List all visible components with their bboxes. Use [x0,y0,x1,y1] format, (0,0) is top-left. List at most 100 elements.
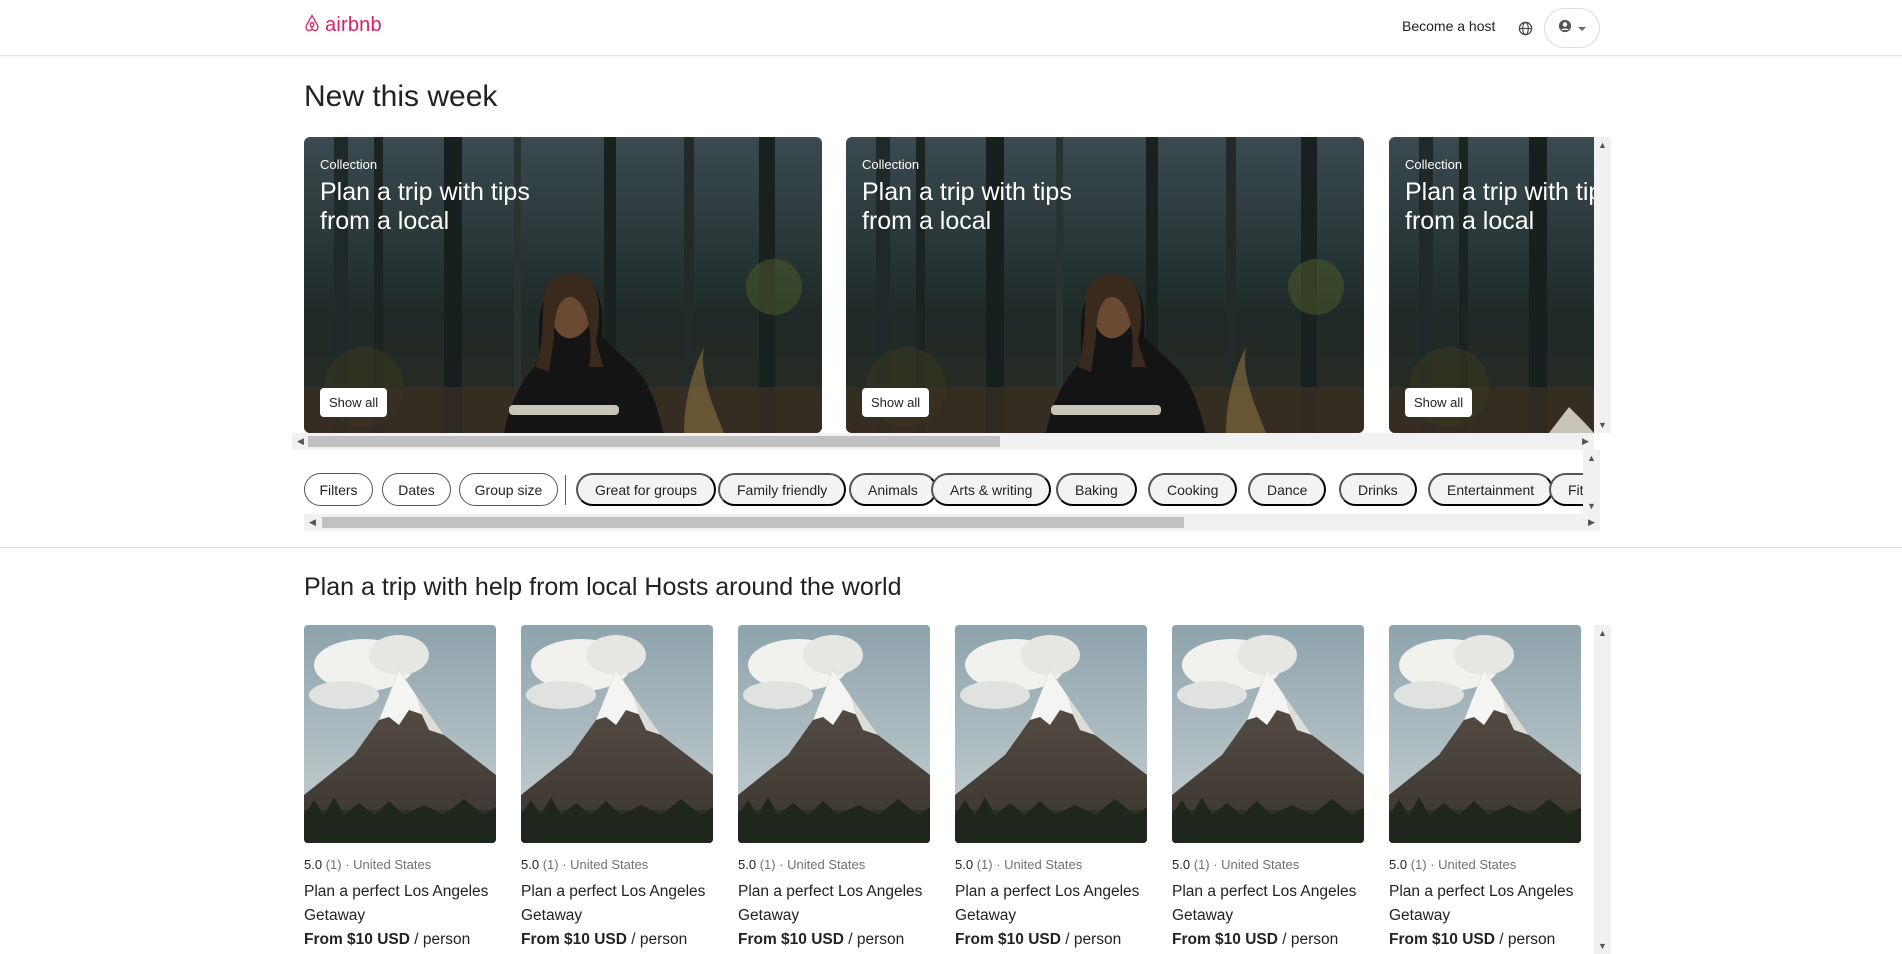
rating-value: 5.0 [304,857,323,872]
section-title-local-hosts: Plan a trip with help from local Hosts a… [304,573,902,601]
filters-button[interactable]: Filters [304,473,373,506]
scroll-up-icon[interactable]: ▲ [1583,453,1600,463]
scrollbar-thumb[interactable] [322,517,1184,528]
experience-photo [738,625,930,843]
scroll-down-icon[interactable]: ▼ [1594,420,1611,430]
collection-card[interactable]: Collection Plan a trip with tips from a … [846,137,1364,433]
group-size-button[interactable]: Group size [459,473,558,506]
user-menu-button[interactable] [1544,8,1600,48]
scroll-up-icon[interactable]: ▲ [1594,628,1611,638]
location-text: · United States [562,857,649,872]
price-value: From $10 USD [738,931,844,948]
experience-photo [521,625,713,843]
experience-photo [304,625,496,843]
collection-title: Plan a trip with tips from a local [1405,178,1594,235]
globe-icon[interactable] [1515,18,1535,38]
logo-text: airbnb [325,14,382,36]
experience-title[interactable]: Plan a perfect Los Angeles Getaway [521,880,713,928]
category-chip[interactable]: Drinks [1339,473,1417,506]
experience-title[interactable]: Plan a perfect Los Angeles Getaway [955,880,1147,928]
scroll-right-icon[interactable]: ▶ [1577,436,1594,446]
horizontal-scrollbar[interactable]: ◀ ▶ [304,514,1600,531]
location-text: · United States [996,857,1083,872]
scroll-up-icon[interactable]: ▲ [1594,140,1611,150]
rating-value: 5.0 [738,857,757,872]
top-header: airbnb Become a host [0,0,1902,56]
experience-meta: 5.0 (1) · United States [1389,857,1581,872]
experience-card[interactable]: 5.0 (1) · United States Plan a perfect L… [1389,625,1581,949]
price-value: From $10 USD [521,931,627,948]
price-unit: / person [848,931,905,948]
review-count: (1) [1193,857,1210,872]
category-chip[interactable]: Entertainment [1428,473,1554,506]
experience-title[interactable]: Plan a perfect Los Angeles Getaway [304,880,496,928]
scroll-down-icon[interactable]: ▼ [1594,941,1611,951]
collection-overlay: Collection Plan a trip with tips from a … [1405,157,1594,236]
location-text: · United States [1430,857,1517,872]
experience-meta: 5.0 (1) · United States [738,857,930,872]
show-all-button[interactable]: Show all [320,388,388,417]
category-chip[interactable]: Baking [1056,473,1137,506]
rating-value: 5.0 [955,857,974,872]
vertical-scrollbar[interactable]: ▲ ▼ [1594,137,1611,433]
vertical-scrollbar[interactable]: ▲ ▼ [1583,450,1600,514]
review-count: (1) [1410,857,1427,872]
scroll-left-icon[interactable]: ◀ [292,436,309,446]
experience-card[interactable]: 5.0 (1) · United States Plan a perfect L… [304,625,496,949]
vertical-scrollbar[interactable]: ▲ ▼ [1594,625,1611,954]
category-chip[interactable]: Arts & writing [931,473,1052,506]
airbnb-logo-icon [304,14,320,37]
category-chip[interactable]: Family friendly [718,473,847,506]
category-chip[interactable]: Dance [1248,473,1327,506]
experience-card[interactable]: 5.0 (1) · United States Plan a perfect L… [955,625,1147,949]
experience-meta: 5.0 (1) · United States [1172,857,1364,872]
collection-kicker: Collection [1405,157,1463,172]
rating-value: 5.0 [521,857,540,872]
experience-card[interactable]: 5.0 (1) · United States Plan a perfect L… [521,625,713,949]
location-text: · United States [345,857,432,872]
user-avatar-icon [1558,19,1572,38]
experience-price: From $10 USD / person [304,931,496,949]
price-unit: / person [1499,931,1556,948]
experience-photo [955,625,1147,843]
experience-photo [1389,625,1581,843]
collection-card[interactable]: Collection Plan a trip with tips from a … [304,137,822,433]
experience-meta: 5.0 (1) · United States [521,857,713,872]
scrollbar-thumb[interactable] [308,436,1000,447]
scroll-left-icon[interactable]: ◀ [304,517,321,527]
collection-kicker: Collection [320,157,378,172]
scroll-right-icon[interactable]: ▶ [1583,517,1600,527]
category-chip[interactable]: Animals [849,473,937,506]
review-count: (1) [542,857,559,872]
price-value: From $10 USD [304,931,410,948]
experience-title[interactable]: Plan a perfect Los Angeles Getaway [738,880,930,928]
show-all-button[interactable]: Show all [1405,388,1473,417]
experience-card[interactable]: 5.0 (1) · United States Plan a perfect L… [1172,625,1364,949]
section-divider [0,547,1902,548]
price-value: From $10 USD [955,931,1061,948]
location-text: · United States [779,857,866,872]
price-unit: / person [1282,931,1339,948]
airbnb-logo[interactable]: airbnb [304,14,382,37]
experience-meta: 5.0 (1) · United States [304,857,496,872]
show-all-button[interactable]: Show all [862,388,930,417]
category-chip[interactable]: Great for groups [576,473,716,506]
experiences-carousel[interactable]: 5.0 (1) · United States Plan a perfect L… [304,625,1594,954]
price-unit: / person [414,931,471,948]
scroll-down-icon[interactable]: ▼ [1583,501,1600,511]
experience-title[interactable]: Plan a perfect Los Angeles Getaway [1172,880,1364,928]
experience-card[interactable]: 5.0 (1) · United States Plan a perfect L… [738,625,930,949]
location-text: · United States [1213,857,1300,872]
dates-button[interactable]: Dates [382,473,451,506]
collections-carousel[interactable]: Collection Plan a trip with tips from a … [304,137,1594,433]
horizontal-scrollbar[interactable]: ◀ ▶ [292,433,1594,450]
filter-bar: Filters Dates Group size Great for group… [304,472,1600,508]
section-title-new-this-week: New this week [304,80,498,113]
collection-card[interactable]: Collection Plan a trip with tips from a … [1389,137,1594,433]
rating-value: 5.0 [1172,857,1191,872]
collection-title: Plan a trip with tips from a local [320,178,530,235]
category-chip[interactable]: Cooking [1148,473,1238,506]
become-host-link[interactable]: Become a host [1402,18,1495,34]
filter-divider [565,475,566,505]
experience-title[interactable]: Plan a perfect Los Angeles Getaway [1389,880,1581,928]
